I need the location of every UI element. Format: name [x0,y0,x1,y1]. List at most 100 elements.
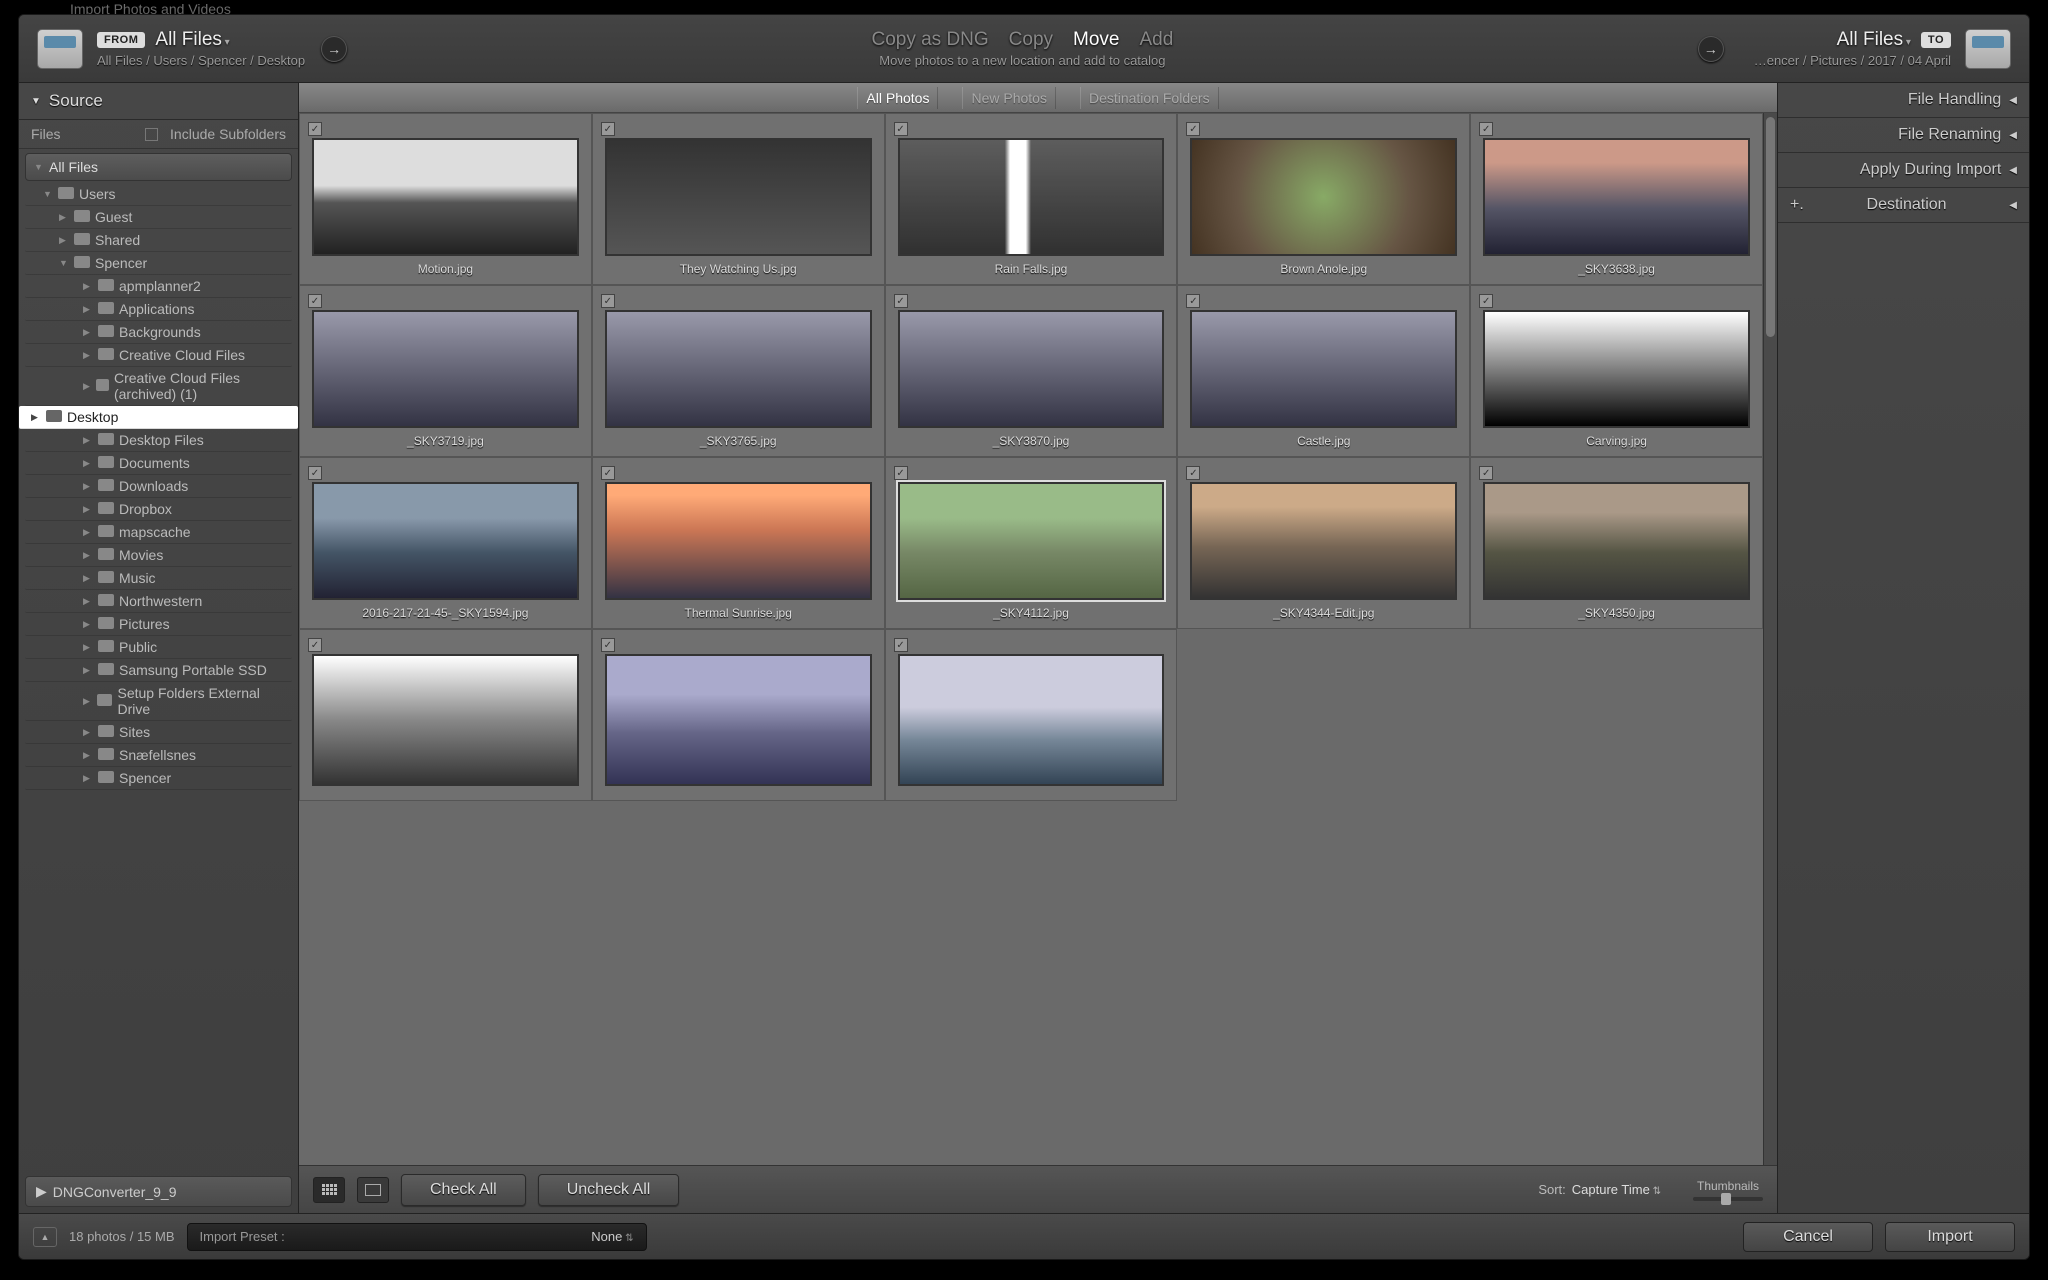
tree-item[interactable]: ▶Documents [25,452,292,475]
thumbnail-cell[interactable]: ✓ [885,629,1178,801]
tree-all-files[interactable]: ▼ All Files [25,153,292,181]
thumbnail-checkbox[interactable]: ✓ [1479,294,1493,308]
thumbnail-checkbox[interactable]: ✓ [308,638,322,652]
thumbnail-image[interactable] [1190,482,1457,600]
tree-item[interactable]: ▶Guest [25,206,292,229]
thumbnail-image[interactable] [312,310,579,428]
arrow-right-icon[interactable]: → [321,36,347,62]
tree-item[interactable]: ▶Desktop [19,406,298,429]
tab-new-photos[interactable]: New Photos [962,87,1055,109]
thumbnail-checkbox[interactable]: ✓ [894,294,908,308]
thumbnail-cell[interactable]: ✓ [592,629,885,801]
thumbnail-image[interactable] [898,310,1165,428]
thumbnail-cell[interactable]: ✓They Watching Us.jpg [592,113,885,285]
plus-icon[interactable]: +. [1790,196,1804,214]
thumbnail-image[interactable] [898,482,1165,600]
tree-item[interactable]: ▶Backgrounds [25,321,292,344]
tree-item[interactable]: ▶Setup Folders External Drive [25,682,292,721]
thumbnail-size-control[interactable]: Thumbnails [1693,1179,1763,1201]
tree-item[interactable]: ▶Snæfellsnes [25,744,292,767]
thumbnail-image[interactable] [605,482,872,600]
thumbnail-checkbox[interactable]: ✓ [894,638,908,652]
expand-button[interactable]: ▲ [33,1227,57,1247]
thumbnail-checkbox[interactable]: ✓ [601,638,615,652]
tree-item[interactable]: ▶Northwestern [25,590,292,613]
thumbnail-slider[interactable] [1693,1197,1763,1201]
thumbnail-cell[interactable]: ✓_SKY3765.jpg [592,285,885,457]
thumbnail-cell[interactable]: ✓Castle.jpg [1177,285,1470,457]
thumbnail-cell[interactable]: ✓Carving.jpg [1470,285,1763,457]
thumbnail-checkbox[interactable]: ✓ [1479,466,1493,480]
check-all-button[interactable]: Check All [401,1174,526,1206]
thumbnail-checkbox[interactable]: ✓ [1186,294,1200,308]
thumbnail-image[interactable] [605,654,872,786]
tree-item[interactable]: ▶Public [25,636,292,659]
tree-item[interactable]: ▶Music [25,567,292,590]
thumbnail-image[interactable] [1483,482,1750,600]
tab-destination-folders[interactable]: Destination Folders [1080,87,1219,109]
tree-item[interactable]: ▶Movies [25,544,292,567]
thumbnail-cell[interactable]: ✓_SKY4350.jpg [1470,457,1763,629]
sort-dropdown[interactable]: Capture Time [1572,1182,1661,1197]
thumbnail-image[interactable] [312,138,579,256]
thumbnail-image[interactable] [605,310,872,428]
import-mode-copy[interactable]: Copy [1009,29,1053,51]
tree-item[interactable]: ▶Downloads [25,475,292,498]
tree-item[interactable]: ▶mapscache [25,521,292,544]
thumbnail-image[interactable] [1483,138,1750,256]
thumbnail-image[interactable] [312,654,579,786]
tree-item[interactable]: ▶Spencer [25,767,292,790]
thumbnail-checkbox[interactable]: ✓ [308,294,322,308]
panel-file-handling[interactable]: File Handling◀ [1778,83,2029,118]
import-mode-move[interactable]: Move [1073,29,1119,51]
thumbnail-image[interactable] [605,138,872,256]
thumbnail-image[interactable] [1190,310,1457,428]
grid-view-button[interactable] [313,1177,345,1203]
thumbnail-checkbox[interactable]: ✓ [601,466,615,480]
include-subfolders-checkbox[interactable] [145,128,158,141]
thumbnail-cell[interactable]: ✓_SKY3870.jpg [885,285,1178,457]
thumbnail-image[interactable] [898,654,1165,786]
thumbnail-image[interactable] [898,138,1165,256]
uncheck-all-button[interactable]: Uncheck All [538,1174,680,1206]
thumbnail-checkbox[interactable]: ✓ [601,294,615,308]
loupe-view-button[interactable] [357,1177,389,1203]
thumbnail-checkbox[interactable]: ✓ [308,466,322,480]
thumbnail-cell[interactable]: ✓_SKY3638.jpg [1470,113,1763,285]
thumbnail-cell[interactable]: ✓ [299,629,592,801]
tree-item[interactable]: ▼Spencer [25,252,292,275]
tree-item[interactable]: ▶Creative Cloud Files [25,344,292,367]
thumbnail-image[interactable] [312,482,579,600]
from-block[interactable]: FROM All Files All Files / Users / Spenc… [97,29,305,68]
cancel-button[interactable]: Cancel [1743,1222,1873,1252]
thumbnail-checkbox[interactable]: ✓ [1186,122,1200,136]
source-panel-header[interactable]: ▼ Source [19,83,298,120]
tree-item[interactable]: ▶Shared [25,229,292,252]
dng-converter-item[interactable]: ▶ DNGConverter_9_9 [25,1176,292,1207]
panel-apply-during-import[interactable]: Apply During Import◀ [1778,153,2029,188]
to-main[interactable]: All Files [1837,29,1911,51]
from-main[interactable]: All Files [155,29,229,51]
tree-item[interactable]: ▶Pictures [25,613,292,636]
thumbnail-checkbox[interactable]: ✓ [1186,466,1200,480]
thumbnail-image[interactable] [1190,138,1457,256]
thumbnail-checkbox[interactable]: ✓ [894,122,908,136]
tree-item[interactable]: ▶Desktop Files [25,429,292,452]
tab-all-photos[interactable]: All Photos [857,87,938,109]
preset-value[interactable]: None [591,1229,633,1244]
thumbnail-checkbox[interactable]: ✓ [1479,122,1493,136]
import-button[interactable]: Import [1885,1222,2015,1252]
thumbnail-cell[interactable]: ✓_SKY4112.jpg [885,457,1178,629]
thumbnail-cell[interactable]: ✓Motion.jpg [299,113,592,285]
thumbnail-cell[interactable]: ✓_SKY4344-Edit.jpg [1177,457,1470,629]
thumbnail-cell[interactable]: ✓Thermal Sunrise.jpg [592,457,885,629]
thumbnail-image[interactable] [1483,310,1750,428]
tree-item[interactable]: ▶Samsung Portable SSD [25,659,292,682]
import-preset-bar[interactable]: Import Preset : None [187,1223,647,1251]
panel-destination[interactable]: +.Destination◀ [1778,188,2029,223]
thumbnail-cell[interactable]: ✓Brown Anole.jpg [1177,113,1470,285]
thumbnail-checkbox[interactable]: ✓ [894,466,908,480]
tree-item[interactable]: ▶Sites [25,721,292,744]
tree-item[interactable]: ▶apmplanner2 [25,275,292,298]
thumbnail-checkbox[interactable]: ✓ [308,122,322,136]
